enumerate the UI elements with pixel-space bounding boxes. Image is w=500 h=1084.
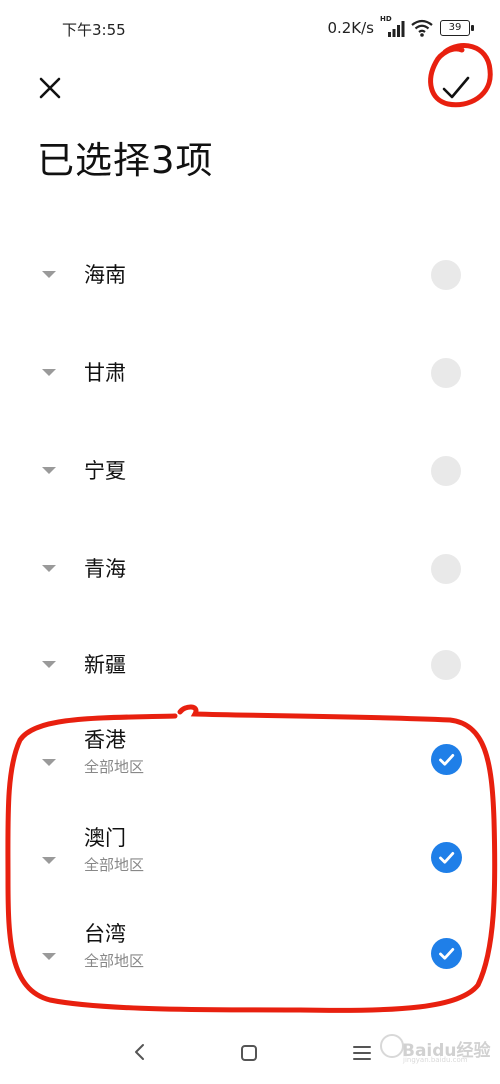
region-item-macau[interactable]: 澳门 全部地区 bbox=[0, 812, 500, 908]
nav-menu-button[interactable] bbox=[350, 1042, 374, 1064]
checkbox-checked[interactable] bbox=[431, 744, 462, 775]
check-icon bbox=[439, 754, 455, 766]
checkbox-unchecked[interactable] bbox=[431, 650, 461, 680]
region-item-gansu[interactable]: 甘肃 bbox=[0, 324, 500, 420]
expand-arrow-icon[interactable] bbox=[42, 271, 56, 278]
region-item-xinjiang[interactable]: 新疆 bbox=[0, 616, 500, 712]
expand-arrow-icon[interactable] bbox=[42, 661, 56, 668]
region-name: 香港 bbox=[84, 728, 126, 752]
chevron-left-icon bbox=[135, 1044, 144, 1060]
region-name: 甘肃 bbox=[84, 361, 126, 385]
paw-icon bbox=[380, 1034, 404, 1058]
expand-arrow-icon[interactable] bbox=[42, 565, 56, 572]
battery-indicator: 39 bbox=[440, 20, 474, 36]
region-name: 宁夏 bbox=[84, 459, 126, 483]
region-item-taiwan[interactable]: 台湾 全部地区 bbox=[0, 908, 500, 1004]
nav-back-button[interactable] bbox=[128, 1040, 152, 1064]
region-item-ningxia[interactable]: 宁夏 bbox=[0, 422, 500, 518]
status-time: 下午3:55 bbox=[62, 21, 126, 39]
check-icon bbox=[439, 948, 455, 960]
region-item-qinghai[interactable]: 青海 bbox=[0, 520, 500, 616]
confirm-button[interactable] bbox=[432, 64, 480, 112]
network-speed: 0.2K/s bbox=[327, 19, 374, 37]
menu-icon bbox=[353, 1046, 371, 1060]
watermark: Baidu经验 jingyan.baidu.com bbox=[380, 1028, 491, 1068]
region-name: 台湾 bbox=[84, 922, 126, 946]
region-name: 海南 bbox=[84, 263, 126, 287]
checkbox-checked[interactable] bbox=[431, 842, 462, 873]
region-name: 青海 bbox=[84, 557, 126, 581]
checkbox-unchecked[interactable] bbox=[431, 358, 461, 388]
region-name: 新疆 bbox=[84, 653, 126, 677]
top-bar bbox=[0, 58, 500, 118]
region-sub: 全部地区 bbox=[84, 952, 145, 970]
expand-arrow-icon[interactable] bbox=[42, 953, 56, 960]
close-icon bbox=[39, 77, 61, 99]
status-icons: 0.2K/s HD 39 bbox=[327, 15, 474, 39]
checkbox-unchecked[interactable] bbox=[431, 554, 461, 584]
checkbox-unchecked[interactable] bbox=[431, 260, 461, 290]
expand-arrow-icon[interactable] bbox=[42, 467, 56, 474]
expand-arrow-icon[interactable] bbox=[42, 369, 56, 376]
checkbox-unchecked[interactable] bbox=[431, 456, 461, 486]
check-icon bbox=[439, 852, 455, 864]
expand-arrow-icon[interactable] bbox=[42, 857, 56, 864]
hd-label: HD bbox=[380, 15, 392, 23]
status-bar: 下午3:55 0.2K/s HD 39 bbox=[0, 0, 500, 58]
check-icon bbox=[442, 76, 470, 99]
region-item-hainan[interactable]: 海南 bbox=[0, 226, 500, 322]
wifi-icon bbox=[411, 19, 433, 37]
region-sub: 全部地区 bbox=[84, 856, 145, 874]
region-sub: 全部地区 bbox=[84, 758, 145, 776]
checkbox-checked[interactable] bbox=[431, 938, 462, 969]
signal-icon: HD bbox=[380, 15, 406, 38]
close-button[interactable] bbox=[26, 64, 74, 112]
square-icon bbox=[241, 1045, 257, 1061]
region-item-hongkong[interactable]: 香港 全部地区 bbox=[0, 714, 500, 810]
expand-arrow-icon[interactable] bbox=[42, 759, 56, 766]
nav-home-button[interactable] bbox=[240, 1044, 258, 1062]
page-title: 已选择3项 bbox=[37, 139, 214, 182]
watermark-sub: jingyan.baidu.com bbox=[403, 1056, 468, 1064]
region-name: 澳门 bbox=[84, 826, 126, 850]
